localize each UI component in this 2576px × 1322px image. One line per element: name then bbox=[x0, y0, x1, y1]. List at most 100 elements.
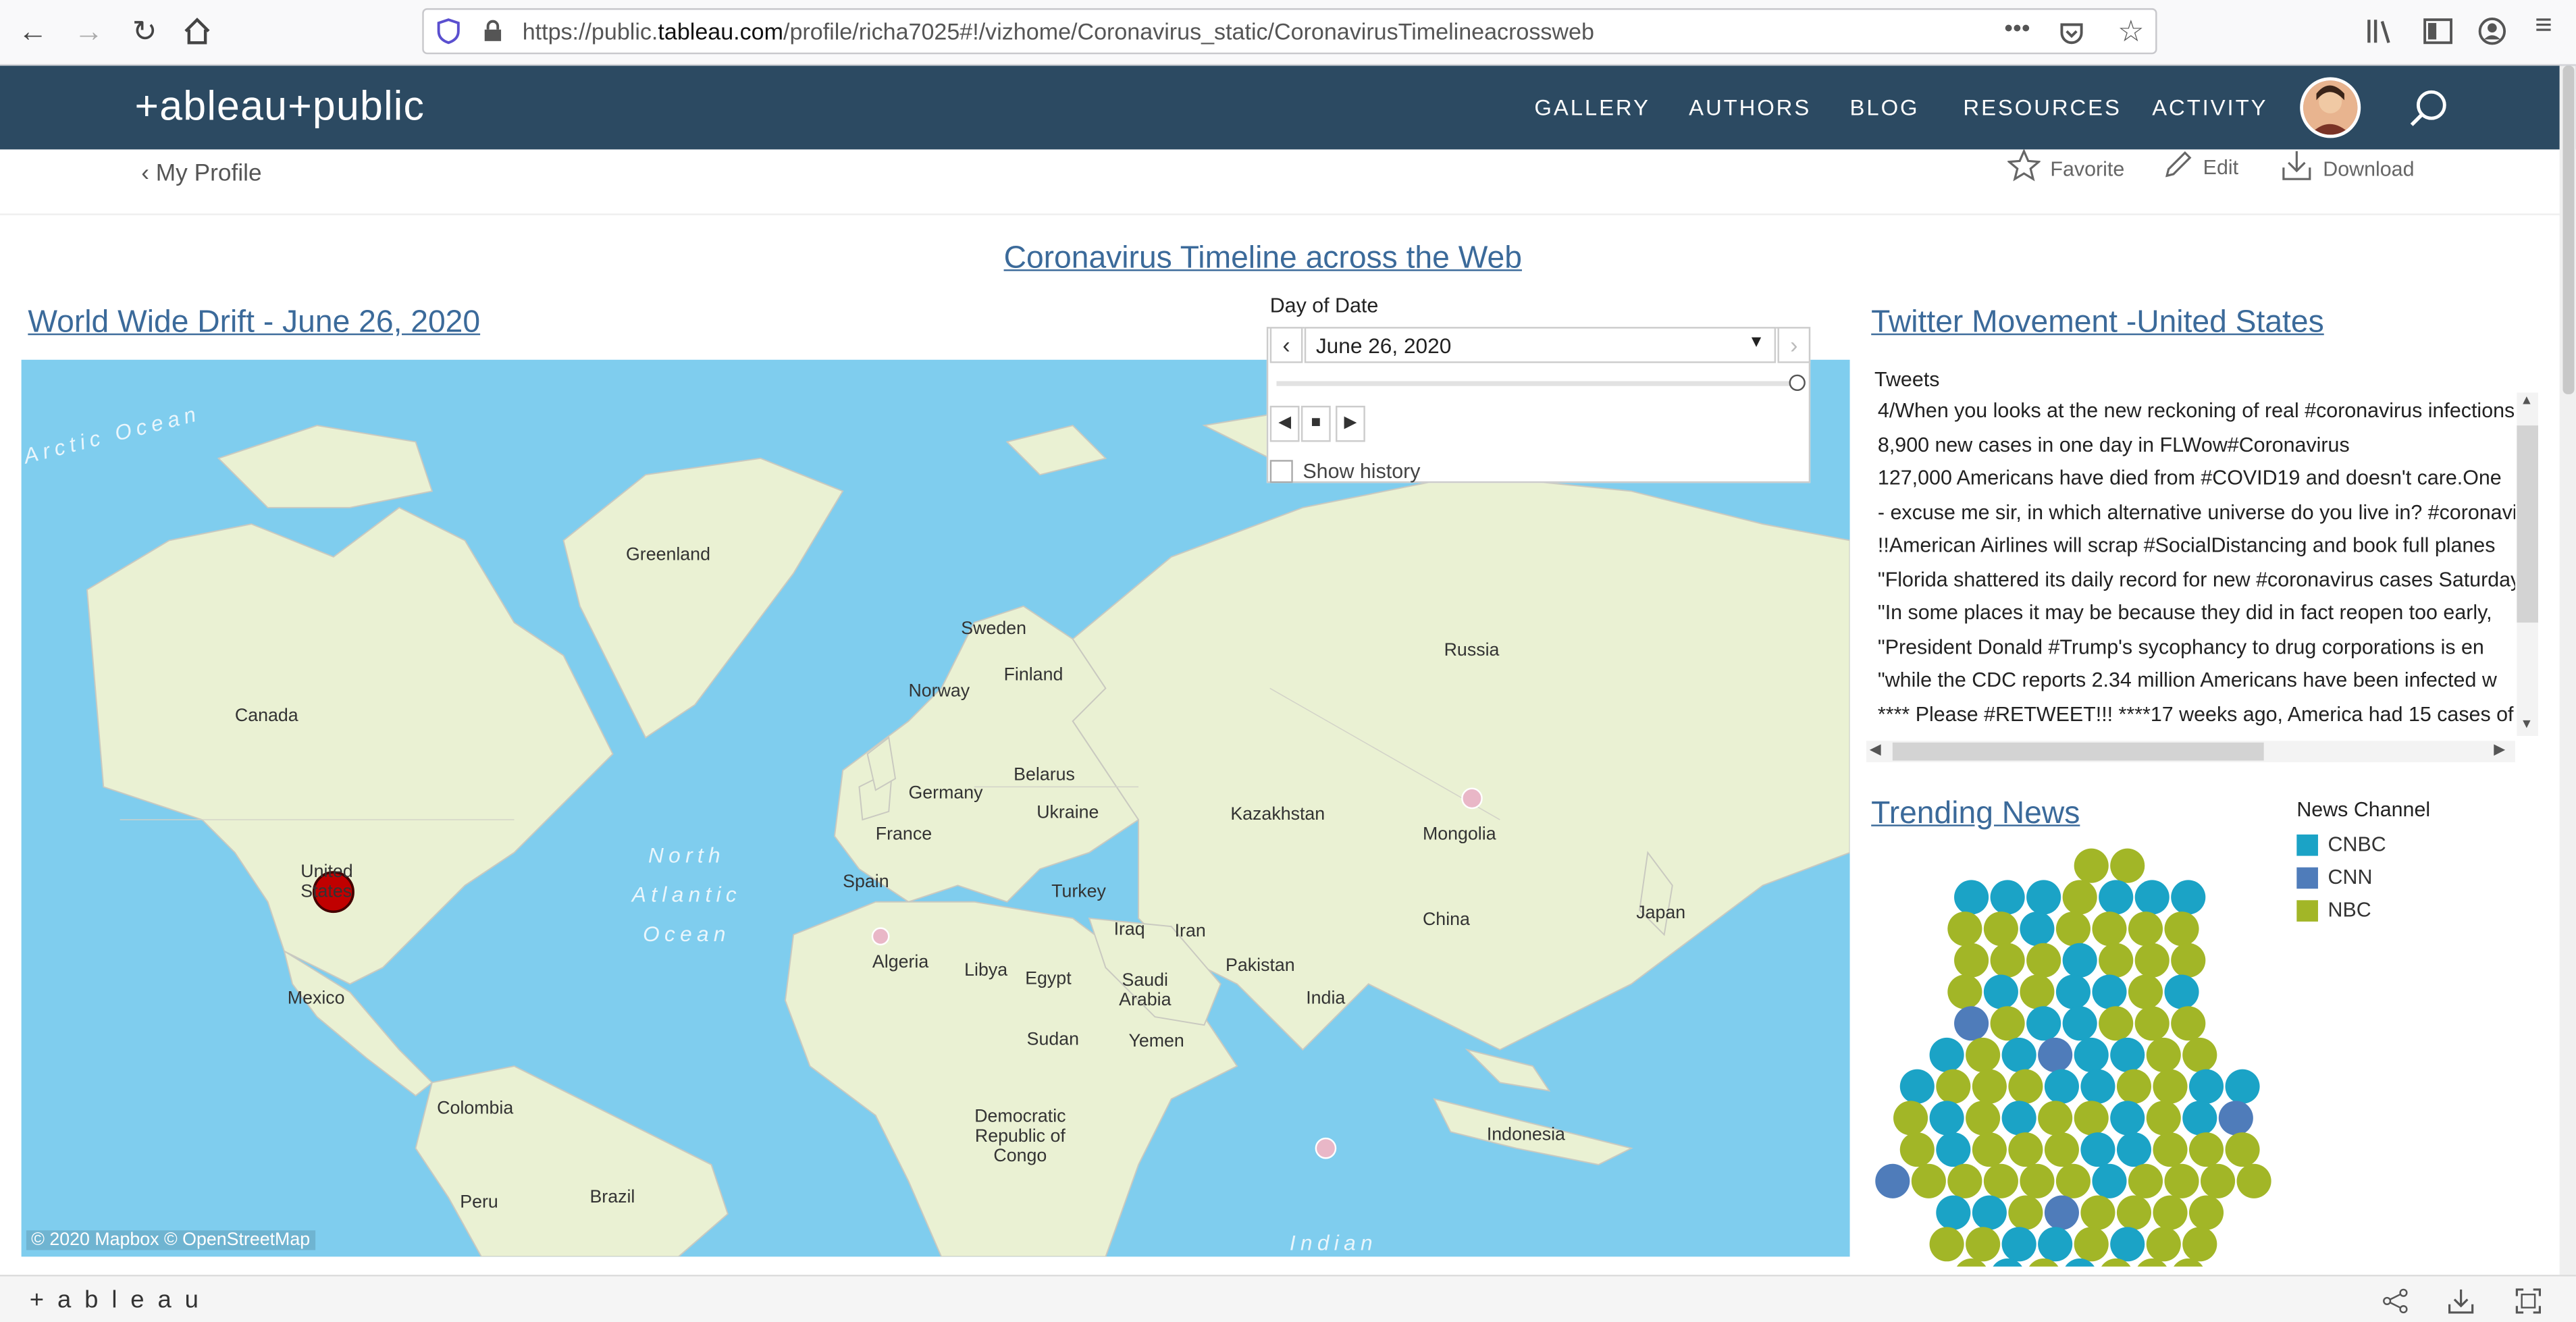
news-bubble[interactable] bbox=[2153, 1195, 2188, 1230]
news-bubble[interactable] bbox=[1929, 1101, 1964, 1136]
news-bubble[interactable] bbox=[2164, 1163, 2199, 1198]
news-bubble[interactable] bbox=[1899, 1132, 1935, 1167]
news-bubble[interactable] bbox=[2134, 880, 2170, 915]
page-scrollbar[interactable] bbox=[2559, 65, 2576, 1275]
news-bubble[interactable] bbox=[1966, 1101, 2001, 1136]
news-bubble[interactable] bbox=[2008, 1132, 2043, 1167]
news-bubble[interactable] bbox=[2164, 911, 2199, 947]
news-bubble[interactable] bbox=[2171, 943, 2206, 978]
tableau-footer-logo[interactable]: + a b l e a u bbox=[30, 1286, 202, 1314]
news-bubble[interactable] bbox=[1899, 1069, 1935, 1104]
news-bubble[interactable] bbox=[2074, 1227, 2109, 1262]
nav-activity[interactable]: ACTIVITY bbox=[2152, 95, 2267, 120]
point-europe[interactable] bbox=[871, 927, 890, 946]
news-bubble[interactable] bbox=[2074, 1037, 2109, 1073]
news-bubble[interactable] bbox=[2188, 1195, 2224, 1230]
news-bubble[interactable] bbox=[2225, 1069, 2260, 1104]
news-bubble[interactable] bbox=[2038, 1101, 2073, 1136]
nav-gallery[interactable]: GALLERY bbox=[1534, 95, 1650, 120]
news-bubble[interactable] bbox=[2201, 1163, 2236, 1198]
news-bubble[interactable] bbox=[2026, 943, 2061, 978]
scroll-down-icon[interactable]: ▼ bbox=[2520, 716, 2533, 731]
step-back-button[interactable]: ◀ bbox=[1269, 405, 1300, 442]
news-bubble[interactable] bbox=[2146, 1227, 2181, 1262]
news-bubble[interactable] bbox=[2182, 1101, 2217, 1136]
world-map[interactable]: Greenland Canada United States Mexico Co… bbox=[21, 359, 1850, 1257]
news-bubble[interactable] bbox=[2062, 880, 2097, 915]
news-bubble[interactable] bbox=[1947, 974, 1982, 1009]
menu-icon[interactable]: ≡ bbox=[2535, 8, 2552, 43]
news-bubble[interactable] bbox=[2110, 848, 2145, 883]
news-bubble[interactable] bbox=[2092, 1163, 2127, 1198]
pocket-icon[interactable] bbox=[2059, 20, 2085, 46]
news-bubble[interactable] bbox=[1972, 1069, 2007, 1104]
news-bubble[interactable] bbox=[1954, 1006, 1989, 1041]
news-bubble[interactable] bbox=[2062, 1006, 2097, 1041]
bookmark-star-icon[interactable]: ☆ bbox=[2118, 15, 2144, 49]
news-bubble[interactable] bbox=[2128, 974, 2163, 1009]
vertical-scrollbar[interactable]: ▲ ▼ bbox=[2517, 392, 2538, 736]
my-profile-link[interactable]: ‹ My Profile bbox=[141, 161, 261, 187]
map-title[interactable]: World Wide Drift - June 26, 2020 bbox=[28, 306, 480, 342]
library-icon[interactable] bbox=[2366, 16, 2396, 46]
news-bubble[interactable] bbox=[1936, 1132, 1971, 1167]
date-slider-track[interactable] bbox=[1276, 381, 1803, 386]
horizontal-scroll-thumb[interactable] bbox=[1892, 742, 2264, 761]
news-bubble[interactable] bbox=[2044, 1069, 2079, 1104]
account-icon[interactable] bbox=[2477, 16, 2507, 46]
fullscreen-icon[interactable] bbox=[2513, 1286, 2543, 1316]
news-bubble[interactable] bbox=[2128, 911, 2163, 947]
news-bubble[interactable] bbox=[2055, 1163, 2091, 1198]
news-bubble[interactable] bbox=[2001, 1101, 2036, 1136]
vertical-scroll-thumb[interactable] bbox=[2517, 425, 2538, 623]
play-button[interactable]: ▶ bbox=[1336, 405, 1365, 442]
date-dropdown[interactable]: June 26, 2020 ▼ bbox=[1304, 327, 1777, 363]
news-bubble[interactable] bbox=[2080, 1132, 2115, 1167]
back-arrow-icon[interactable]: ← bbox=[13, 13, 52, 49]
news-bubble[interactable] bbox=[2218, 1101, 2253, 1136]
forward-arrow-icon[interactable]: → bbox=[69, 13, 108, 49]
news-bubble[interactable] bbox=[1990, 943, 2025, 978]
date-slider-handle[interactable] bbox=[1789, 374, 1806, 392]
news-bubble[interactable] bbox=[1966, 1227, 2001, 1262]
news-bubble[interactable] bbox=[2026, 880, 2061, 915]
point-russia[interactable] bbox=[1461, 787, 1483, 810]
news-bubble[interactable] bbox=[2188, 1069, 2224, 1104]
news-bubble[interactable] bbox=[2110, 1037, 2145, 1073]
news-bubble[interactable] bbox=[1990, 880, 2025, 915]
point-india[interactable] bbox=[1315, 1137, 1337, 1159]
news-bubble[interactable] bbox=[2055, 911, 2091, 947]
news-bubble[interactable] bbox=[2020, 911, 2055, 947]
news-bubble[interactable] bbox=[2146, 1037, 2181, 1073]
scroll-up-icon[interactable]: ▲ bbox=[2520, 392, 2533, 407]
news-bubble[interactable] bbox=[2116, 1195, 2152, 1230]
news-bubble[interactable] bbox=[2236, 1163, 2271, 1198]
news-bubble[interactable] bbox=[2153, 1069, 2188, 1104]
page-actions-icon[interactable]: ••• bbox=[2004, 15, 2030, 43]
news-bubble[interactable] bbox=[1983, 974, 2018, 1009]
news-bubble[interactable] bbox=[1983, 911, 2018, 947]
news-bubble[interactable] bbox=[2099, 943, 2134, 978]
twitter-title[interactable]: Twitter Movement -United States bbox=[1871, 306, 2324, 342]
news-bubble[interactable] bbox=[2110, 1101, 2145, 1136]
news-bubble[interactable] bbox=[1966, 1037, 2001, 1073]
trending-news-title[interactable]: Trending News bbox=[1871, 797, 2080, 833]
news-bubble[interactable] bbox=[2182, 1227, 2217, 1262]
news-bubble[interactable] bbox=[1875, 1163, 1910, 1198]
scroll-left-icon[interactable]: ◀ bbox=[1870, 741, 1881, 759]
tableau-public-logo[interactable]: +ableau+public bbox=[135, 84, 425, 132]
news-bubble[interactable] bbox=[1990, 1006, 2025, 1041]
news-bubble[interactable] bbox=[1954, 943, 1989, 978]
news-bubble[interactable] bbox=[1936, 1069, 1971, 1104]
news-bubble[interactable] bbox=[1972, 1195, 2007, 1230]
news-bubble[interactable] bbox=[2020, 1163, 2055, 1198]
news-bubble[interactable] bbox=[1983, 1163, 2018, 1198]
news-bubble[interactable] bbox=[2116, 1132, 2152, 1167]
news-bubble[interactable] bbox=[2080, 1195, 2115, 1230]
news-bubble[interactable] bbox=[1911, 1163, 1946, 1198]
dashboard-title[interactable]: Coronavirus Timeline across the Web bbox=[1004, 242, 1522, 278]
stop-button[interactable]: ■ bbox=[1300, 405, 1331, 442]
legend-item-cnn[interactable]: CNN bbox=[2296, 861, 2430, 894]
share-icon[interactable] bbox=[2382, 1288, 2409, 1314]
news-bubble[interactable] bbox=[2171, 1006, 2206, 1041]
